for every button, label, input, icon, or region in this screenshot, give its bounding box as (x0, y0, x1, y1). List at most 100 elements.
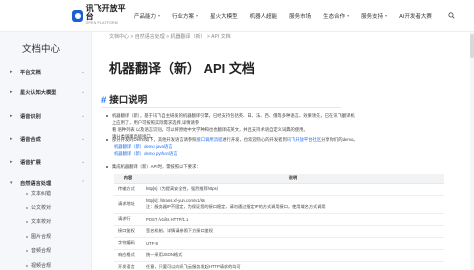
table-cell-value: http[s]: //itrans.xf-yun.com/v1/its 注：服务… (142, 195, 444, 214)
table-row: 接口鉴权 签名机制，详情请参照下方接口鉴权 (114, 225, 444, 238)
breadcrumb-current: API 文档 (211, 34, 231, 40)
community-link[interactable]: 讯飞开放平台社区 (287, 137, 321, 142)
java-demo-link[interactable]: 机器翻译（新）demo java语言 (114, 144, 173, 150)
chevron-down-icon: ▾ (158, 13, 161, 18)
caret-right-icon: ▸ (10, 69, 13, 75)
anchor-hash-icon[interactable]: # (101, 95, 106, 106)
breadcrumb-separator: > (206, 34, 210, 40)
breadcrumb-separator: > (130, 34, 134, 40)
chevron-down-icon: ⌄ (80, 136, 86, 142)
main-nav: 产品能力 ▾ 行业方案 ▾ 星火大模型 机器人超能 服务市场 生态合作 ▾ 服务支持 ▾… (134, 12, 455, 20)
nav-item-label: 服务支持 (361, 13, 384, 20)
table-row: 字符编码 UTF-8 (114, 237, 444, 250)
table-cell-key: 请求地址 (114, 195, 142, 214)
sidebar-subitem-label: 视频合规 (31, 263, 52, 269)
table-cell-key: 开发语言 (114, 261, 142, 270)
nav-item-market[interactable]: 服务市场 (289, 12, 311, 20)
bullet-icon (26, 235, 28, 238)
sidebar-item-label: 平台文档 (20, 69, 41, 76)
chevron-down-icon: ▾ (196, 13, 199, 18)
sidebar-item-label: 语音扩展 (20, 159, 41, 166)
nav-item-spark[interactable]: 星火大模型 (210, 12, 238, 20)
sidebar-title: 文档中心 (22, 44, 61, 55)
table-cell-key: 接口鉴权 (114, 225, 142, 238)
nav-item-solutions[interactable]: 行业方案 ▾ (172, 12, 198, 20)
nav-item-label: 产品能力 (134, 13, 157, 20)
search-button[interactable] (448, 12, 455, 19)
table-row: 响应格式 统一采用JSON格式 (114, 249, 444, 262)
chevron-down-icon: ⌄ (80, 89, 86, 95)
sidebar-item-speech-synthesis[interactable]: ▸ 语音合成 ⌄ (0, 131, 92, 147)
chevron-down-icon: ⌄ (80, 159, 86, 165)
nav-item-label: 机器人超能 (249, 13, 278, 20)
nav-item-label: 服务市场 (289, 13, 312, 20)
doc-content: 文档中心 > 自然语言处理 > 机器翻译（新） > API 文档 机器翻译（新）… (92, 32, 474, 270)
sidebar-subitem-label: 音频合规 (31, 248, 52, 254)
chevron-down-icon: ⌄ (80, 69, 86, 75)
nav-item-products[interactable]: 产品能力 ▾ (134, 12, 160, 20)
bullet-icon (106, 138, 108, 141)
scrollbar-thumb[interactable] (470, 34, 474, 58)
sidebar-item-nlp[interactable]: ▾ 自然语言处理 ⌃ (0, 175, 92, 191)
nav-item-robot[interactable]: 机器人超能 (250, 12, 278, 20)
bullet-icon (26, 206, 28, 209)
sidebar-item-platform-docs[interactable]: ▸ 平台文档 ⌄ (0, 64, 92, 80)
table-row: 开发语言 任意，只要可以向讯飞云服务发起HTTP请求的均可 (114, 261, 444, 270)
sidebar-item-spark-model[interactable]: ▸ 星火认知大模型 ⌄ (0, 84, 92, 100)
section-heading: # 接口说明 (101, 92, 147, 106)
top-navigation-bar: 讯飞开放平台 OPEN PLATFORM 产品能力 ▾ 行业方案 ▾ 星火大模型 机… (0, 0, 474, 32)
table-cell-key: 字符编码 (114, 237, 142, 250)
platform-logo[interactable]: 讯飞开放平台 OPEN PLATFORM (72, 5, 128, 26)
chevron-up-icon: ⌃ (80, 180, 86, 186)
breadcrumb-item[interactable]: 机器翻译（新） (170, 34, 205, 40)
bullet-icon (106, 114, 108, 117)
caret-down-icon: ▾ (10, 180, 13, 186)
chevron-down-icon: ▾ (347, 13, 350, 18)
sidebar-item-speech-recognition[interactable]: ▸ 语音识别 ⌄ (0, 108, 92, 124)
nav-item-contest[interactable]: AI开发者大赛 (399, 12, 432, 20)
breadcrumb-item[interactable]: 自然语言处理 (135, 34, 165, 40)
sidebar-item-label: 星火认知大模型 (20, 89, 57, 96)
bullet-icon (26, 192, 28, 195)
table-row: 请求地址 http[s]: //itrans.xf-yun.com/v1/its… (114, 195, 444, 214)
breadcrumb-item[interactable]: 文档中心 (109, 34, 129, 40)
sidebar-item-label: 自然语言处理 (20, 180, 52, 187)
api-requirements-table: 内容 说明 传输方式 http[s]（为提高安全性，强烈推荐https） 请求地… (114, 174, 444, 270)
chevron-down-icon: ▾ (385, 13, 388, 18)
table-header-row: 内容 说明 (114, 174, 444, 184)
table-cell-key: 响应格式 (114, 249, 142, 262)
sidebar-subitem-label: 文本校对 (31, 219, 52, 225)
table-cell-value: UTF-8 (142, 237, 444, 250)
nav-item-label: 生态合作 (323, 13, 346, 20)
sidebar-subitem[interactable]: 音频合规 (26, 247, 51, 254)
sidebar-subitem[interactable]: 视频合规 (26, 262, 51, 269)
section-heading-text: 接口说明 (109, 95, 148, 106)
intro-line-1: 机器翻译（新），基于讯飞自主研发的机器翻译引擎，已经支持包括英、日、法、西、俄等… (112, 113, 355, 125)
table-cell-key: 传输方式 (114, 183, 142, 196)
nav-item-label: AI开发者大赛 (399, 13, 432, 20)
table-cell-value: 统一采用JSON格式 (142, 249, 444, 262)
nav-item-label: 星火大模型 (210, 13, 238, 20)
table-header: 内容 (114, 174, 142, 184)
sidebar-subitem[interactable]: 图片合规 (26, 233, 51, 240)
sidebar-subitem-label: 图片合规 (31, 234, 52, 240)
page-scrollbar[interactable] (470, 32, 474, 270)
table-cell-value: http[s]（为提高安全性，强烈推荐https） (142, 183, 444, 196)
sidebar-subitem-label: 文本纠错 (31, 191, 52, 197)
table-row: 请求行 POST /v1/its HTTP/1.1 (114, 213, 444, 226)
sidebar-subitem[interactable]: 文本纠错 (26, 190, 51, 197)
sidebar-subitem[interactable]: 文本校对 (26, 218, 51, 225)
sidebar-item-speech-extension[interactable]: ▸ 语音扩展 ⌄ (0, 154, 92, 170)
logo-mark-icon (72, 9, 83, 22)
logo-text: 讯飞开放平台 OPEN PLATFORM (86, 5, 128, 26)
nav-item-support[interactable]: 服务支持 ▾ (361, 12, 387, 20)
search-icon (448, 12, 455, 19)
sidebar-subitem[interactable]: 公文校对 (26, 204, 51, 211)
table-header: 说明 (142, 174, 444, 184)
python-demo-link[interactable]: 机器翻译（新）demo python语言 (114, 151, 178, 157)
nav-item-ecosystem[interactable]: 生态合作 ▾ (323, 12, 349, 20)
requirements-text: 集成机器翻译（新）API时，需按照以下要求： (112, 164, 201, 169)
api-flow-link[interactable]: 接口调用流程 (197, 137, 223, 142)
doc-sidebar: 文档中心 ▸ 平台文档 ⌄ ▸ 星火认知大模型 ⌄ ▸ 语音识别 ⌄ ▸ 语音合… (0, 32, 92, 270)
table-cell-value: 签名机制，详情请参照下方接口鉴权 (142, 225, 444, 238)
